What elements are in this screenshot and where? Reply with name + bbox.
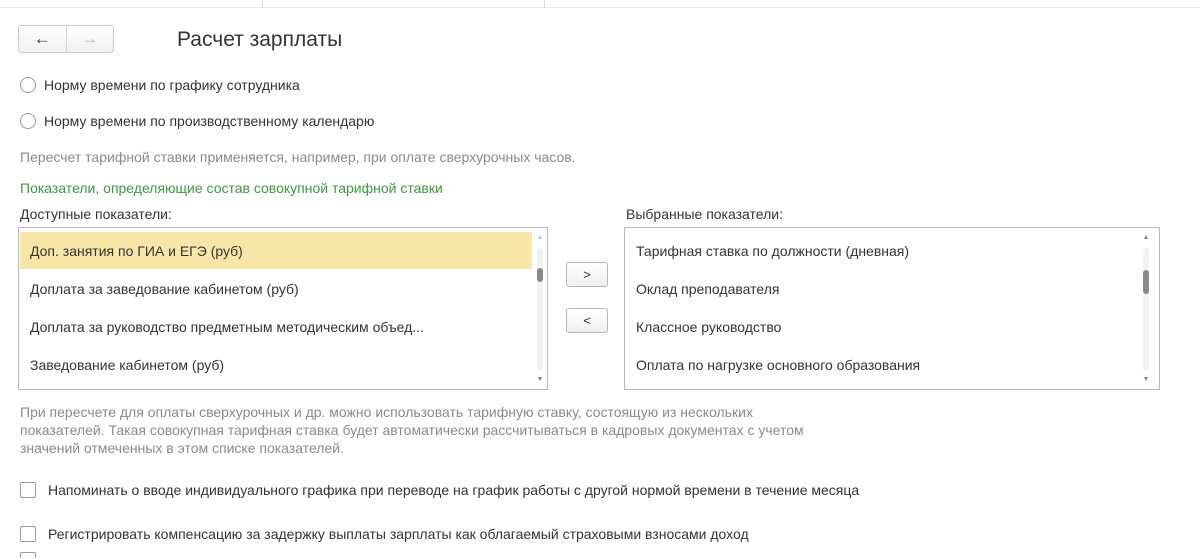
available-caption: Доступные показатели: — [20, 206, 172, 222]
checkbox-label: Регистрировать компенсацию за задержку в… — [48, 526, 749, 542]
checkbox-delay-compensation[interactable]: Регистрировать компенсацию за задержку в… — [20, 526, 749, 542]
scroll-up-icon[interactable]: ▲ — [1142, 234, 1150, 242]
checkbox-label: Напоминать о вводе индивидуального графи… — [48, 482, 860, 498]
remove-indicator-button[interactable]: < — [566, 308, 608, 333]
checkbox[interactable] — [20, 552, 36, 558]
list-item[interactable]: Доплата за руководство предметным методи… — [20, 308, 532, 345]
scroll-down-icon[interactable]: ▼ — [536, 376, 544, 384]
back-button[interactable]: ← — [19, 26, 67, 52]
list-item[interactable]: Доплата за заведование кабинетом (руб) — [20, 270, 532, 307]
radio-label: Норму времени по графику сотрудника — [44, 77, 300, 93]
list-item[interactable]: Тарифная ставка по должности (дневная) — [626, 232, 1136, 269]
scroll-thumb[interactable] — [1143, 270, 1149, 294]
selected-scrollbar[interactable]: ▲ ▼ — [1142, 234, 1150, 385]
scroll-down-icon[interactable]: ▼ — [1142, 376, 1150, 384]
checkbox-individual-schedule[interactable]: Напоминать о вводе индивидуального графи… — [20, 482, 859, 498]
composite-note-line: показателей. Такая совокупная тарифная с… — [20, 422, 804, 438]
selected-list[interactable]: Тарифная ставка по должности (дневная) О… — [624, 227, 1160, 390]
navigation-buttons: ← → — [18, 25, 114, 53]
composite-note-line: значений отмеченных в этом списке показа… — [20, 440, 344, 456]
scroll-track[interactable] — [1143, 248, 1149, 371]
recalc-note: Пересчет тарифной ставки применяется, на… — [20, 149, 576, 165]
radio-button[interactable] — [20, 77, 36, 93]
composite-note-line: При пересчете для оплаты сверхурочных и … — [20, 404, 753, 420]
forward-button[interactable]: → — [67, 26, 114, 52]
toolbar-divider — [544, 0, 545, 8]
add-indicator-button[interactable]: > — [566, 262, 608, 287]
scroll-up-icon[interactable]: ▲ — [536, 234, 544, 242]
list-item[interactable]: Оклад преподавателя — [626, 270, 1136, 307]
section-title: Показатели, определяющие состав совокупн… — [20, 180, 443, 196]
selected-caption: Выбранные показатели: — [626, 206, 783, 222]
scroll-track[interactable] — [537, 248, 543, 371]
checkbox[interactable] — [20, 526, 36, 542]
list-item[interactable]: Оплата по нагрузке основного образования — [626, 346, 1136, 383]
radio-button[interactable] — [20, 113, 36, 129]
top-toolbar-edge — [0, 0, 1200, 8]
radio-label: Норму времени по производственному кален… — [44, 113, 375, 129]
list-item[interactable]: Классное руководство — [626, 308, 1136, 345]
arrow-left-icon: ← — [33, 29, 51, 48]
available-scrollbar[interactable]: ▲ ▼ — [536, 234, 544, 385]
list-item[interactable]: Заведование кабинетом (руб) — [20, 346, 532, 383]
scroll-thumb[interactable] — [537, 268, 543, 282]
arrow-right-icon: → — [81, 29, 99, 48]
radio-schedule-norm[interactable]: Норму времени по графику сотрудника — [20, 77, 300, 93]
radio-calendar-norm[interactable]: Норму времени по производственному кален… — [20, 113, 374, 129]
list-item[interactable]: Доп. занятия по ГИА и ЕГЭ (руб) — [20, 232, 532, 269]
toolbar-divider — [262, 0, 263, 8]
available-list[interactable]: Доп. занятия по ГИА и ЕГЭ (руб) Доплата … — [18, 227, 548, 390]
checkbox[interactable] — [20, 482, 36, 498]
page-title: Расчет зарплаты — [177, 28, 343, 51]
